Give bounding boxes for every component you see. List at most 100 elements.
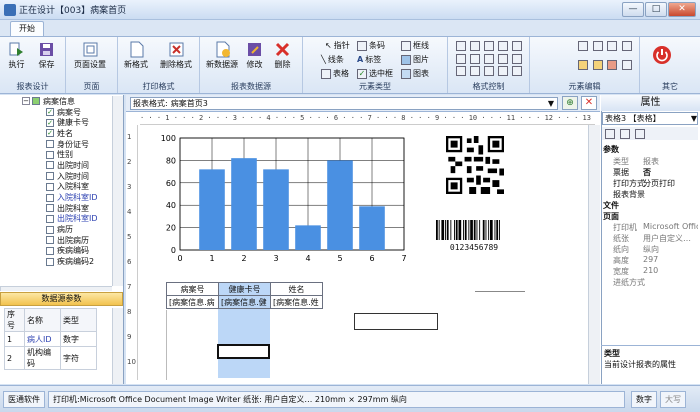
delete-format-button[interactable]: 删除格式 [160, 41, 192, 70]
delete-datasource-button[interactable]: 删除 [274, 41, 291, 70]
add-format-button[interactable]: ⊕ [562, 96, 578, 110]
tree-item-checkbox[interactable] [46, 246, 54, 255]
tree-item[interactable]: 病历 [2, 224, 112, 235]
format-painter-icon[interactable] [621, 41, 632, 51]
maximize-button[interactable]: □ [645, 2, 667, 17]
table-row[interactable]: 2 机构编码 字符 [4, 346, 97, 370]
tree-item[interactable]: 出院科室ID [2, 214, 112, 225]
minimize-button[interactable]: — [622, 2, 644, 17]
table-row[interactable]: 1 病人ID 数字 [4, 331, 97, 347]
edit-datasource-button[interactable]: 修改 [246, 41, 263, 70]
frame-line-tool[interactable]: 框线 [401, 40, 429, 51]
tree-item[interactable]: 身份证号 [2, 139, 112, 150]
tree-item-checkbox[interactable] [46, 161, 54, 170]
same-width-icon[interactable] [470, 53, 480, 64]
select-box-tool[interactable]: ✓ 选中框 [357, 68, 393, 79]
params-scrollbar[interactable] [112, 308, 123, 384]
image-tool[interactable]: 图片 [401, 54, 429, 65]
close-button[interactable]: ✕ [668, 2, 696, 17]
tree-item[interactable]: 性别 [2, 149, 112, 160]
save-button[interactable]: 保存 [38, 41, 55, 70]
category-params[interactable]: 参数 [603, 144, 619, 155]
format-select[interactable]: 报表格式: 病案首页3 ▼ [130, 96, 558, 110]
same-size-icon[interactable] [498, 53, 508, 64]
table-header-cell[interactable]: 健康卡号 [218, 282, 271, 296]
send-back-icon[interactable] [484, 66, 494, 77]
page-setup-button[interactable]: 页面设置 [74, 41, 106, 70]
sort-alpha-icon[interactable] [620, 128, 630, 139]
new-format-button[interactable]: 新格式 [124, 41, 148, 70]
tree-item[interactable]: ✓ 健康卡号 [2, 117, 112, 128]
tree-item[interactable]: ✓ 病案号 [2, 107, 112, 118]
tree-item-checkbox[interactable] [46, 172, 54, 181]
prop-height[interactable]: 高度 297 [601, 255, 698, 266]
run-button[interactable]: 执行 [8, 41, 25, 70]
qr-code-element[interactable] [434, 130, 516, 202]
align-bottom-icon[interactable] [456, 53, 466, 64]
table-cell[interactable]: [病案信息.健 [218, 295, 271, 309]
align-center-icon[interactable] [470, 41, 480, 51]
barcode-element[interactable]: 0123456789 [432, 218, 516, 252]
prop-orientation[interactable]: 纸向 纵向 [601, 244, 698, 255]
h-spacing-icon[interactable] [512, 53, 522, 64]
tree-item-checkbox[interactable]: ✓ [46, 129, 54, 138]
prop-receipt[interactable]: 票据否 [601, 167, 698, 178]
tree-h-scrollbar[interactable] [0, 286, 112, 291]
tree-scrollbar[interactable] [112, 96, 123, 286]
remove-format-button[interactable]: ✕ [581, 96, 597, 110]
barcode-tool[interactable]: 条码 [357, 40, 385, 51]
pointer-tool[interactable]: ↖ 指针 [325, 40, 350, 51]
tree-item[interactable]: 出院科室 [2, 203, 112, 214]
exit-button[interactable] [652, 45, 672, 65]
bring-front-icon[interactable] [470, 66, 480, 77]
tree-item-checkbox[interactable] [46, 193, 54, 202]
tree-item[interactable]: 入院时间 [2, 171, 112, 182]
chart-tool[interactable]: 图表 [401, 68, 429, 79]
object-selector[interactable]: 表格3 【表格】 ▼ [602, 112, 698, 125]
selected-cell[interactable] [217, 344, 270, 359]
table-header-cell[interactable]: 病案号 [166, 282, 219, 296]
tab-start[interactable]: 开始 [10, 21, 44, 36]
table-cell[interactable]: [病案信息.病 [166, 295, 219, 309]
category-file[interactable]: 文件 [603, 200, 619, 211]
line-tool[interactable]: ╲ 线条 [321, 54, 344, 65]
delete-element-icon[interactable] [607, 60, 617, 70]
undo-icon[interactable] [578, 60, 588, 70]
same-height-icon[interactable] [484, 53, 494, 64]
bar-chart[interactable]: 0 20 40 60 80 100 0 1 2 3 4 5 6 7 [140, 130, 420, 270]
tree-item-checkbox[interactable] [46, 204, 54, 213]
lock-icon[interactable] [512, 66, 522, 77]
tree-item-checkbox[interactable] [46, 214, 54, 223]
align-right-icon[interactable] [484, 41, 494, 51]
tree-item-checkbox[interactable]: ✓ [46, 118, 54, 127]
canvas-scrollbar[interactable] [588, 125, 600, 384]
prop-paper[interactable]: 纸张 用户自定义… [601, 233, 698, 244]
properties-icon[interactable] [621, 60, 632, 70]
sort-category-icon[interactable] [605, 128, 615, 139]
tree-item-checkbox[interactable] [46, 150, 54, 159]
align-left-icon[interactable] [456, 41, 466, 51]
tree-item-checkbox[interactable] [46, 140, 54, 149]
align-middle-icon[interactable] [512, 41, 522, 51]
tree-item[interactable]: 入院科室 [2, 182, 112, 193]
prop-width[interactable]: 宽度 210 [601, 266, 698, 277]
tree-item[interactable]: 疾病编码2 [2, 256, 112, 267]
tree-item[interactable]: 出院时间 [2, 160, 112, 171]
new-datasource-button[interactable]: 新数据源 [206, 41, 238, 70]
tree-item[interactable]: 疾病编码 [2, 246, 112, 257]
tree-item-checkbox[interactable] [46, 236, 54, 245]
prop-background[interactable]: 报表背景 [601, 189, 698, 200]
grid-icon[interactable] [498, 66, 508, 77]
table-header-cell[interactable]: 姓名 [270, 282, 323, 296]
tree-item[interactable]: 出院病历 [2, 235, 112, 246]
report-table[interactable]: 病案号 健康卡号 姓名 [病案信息.病 [病案信息.健 [病案信息.姓 [166, 282, 323, 309]
tree-item-checkbox[interactable] [46, 257, 54, 266]
collapse-icon[interactable]: − [22, 97, 30, 106]
table-cell[interactable]: [病案信息.姓 [270, 295, 323, 309]
tree-item[interactable]: 入院科室ID [2, 192, 112, 203]
align-top-icon[interactable] [498, 41, 508, 51]
prop-feed-mode[interactable]: 进纸方式 [601, 277, 698, 288]
category-page[interactable]: 页面 [603, 211, 619, 222]
redo-icon[interactable] [592, 60, 603, 70]
tree-item-checkbox[interactable]: ✓ [46, 108, 54, 117]
